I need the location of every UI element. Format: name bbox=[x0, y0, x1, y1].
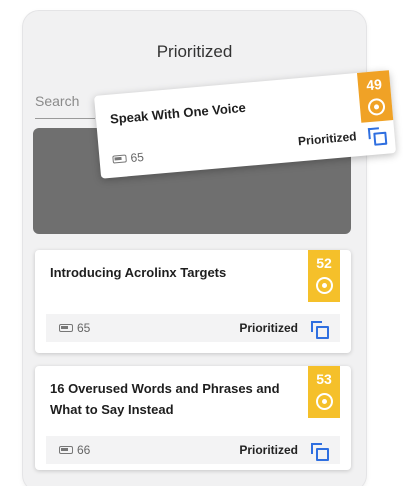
copy-icon[interactable] bbox=[311, 443, 329, 461]
card-footer: 65 Prioritized bbox=[46, 314, 340, 342]
card-title: 16 Overused Words and Phrases and What t… bbox=[50, 378, 280, 420]
status-label: Prioritized bbox=[239, 443, 298, 457]
copy-icon[interactable] bbox=[311, 321, 329, 339]
content-card[interactable]: Introducing Acrolinx Targets 52 65 Prior… bbox=[35, 250, 351, 353]
document-count-icon bbox=[59, 324, 73, 332]
document-count-icon bbox=[112, 154, 127, 164]
search-underline bbox=[35, 118, 95, 119]
card-title: Speak With One Voice bbox=[109, 99, 247, 127]
target-icon bbox=[315, 277, 333, 294]
card-title-line: What to Say Instead bbox=[50, 402, 174, 417]
score-value: 52 bbox=[316, 255, 332, 271]
meta-count: 66 bbox=[77, 443, 91, 457]
status-label: Prioritized bbox=[239, 321, 298, 335]
meta-count: 65 bbox=[77, 321, 91, 335]
content-card[interactable]: 16 Overused Words and Phrases and What t… bbox=[35, 366, 351, 470]
score-badge: 52 bbox=[308, 250, 340, 302]
document-count-icon bbox=[59, 446, 73, 454]
card-footer: 66 Prioritized bbox=[46, 436, 340, 464]
panel-title: Prioritized bbox=[156, 42, 233, 61]
target-icon bbox=[315, 393, 333, 410]
status-label: Prioritized bbox=[297, 129, 358, 149]
score-value: 49 bbox=[365, 75, 383, 94]
meta-count: 65 bbox=[129, 149, 145, 166]
card-title-line: 16 Overused Words and Phrases and bbox=[50, 381, 280, 396]
score-value: 53 bbox=[316, 371, 332, 387]
score-badge: 49 bbox=[356, 70, 394, 123]
copy-icon[interactable] bbox=[368, 127, 385, 144]
score-badge: 53 bbox=[308, 366, 340, 418]
search-input[interactable]: Search bbox=[35, 93, 79, 109]
card-title: Introducing Acrolinx Targets bbox=[50, 265, 227, 280]
target-icon bbox=[366, 97, 386, 117]
